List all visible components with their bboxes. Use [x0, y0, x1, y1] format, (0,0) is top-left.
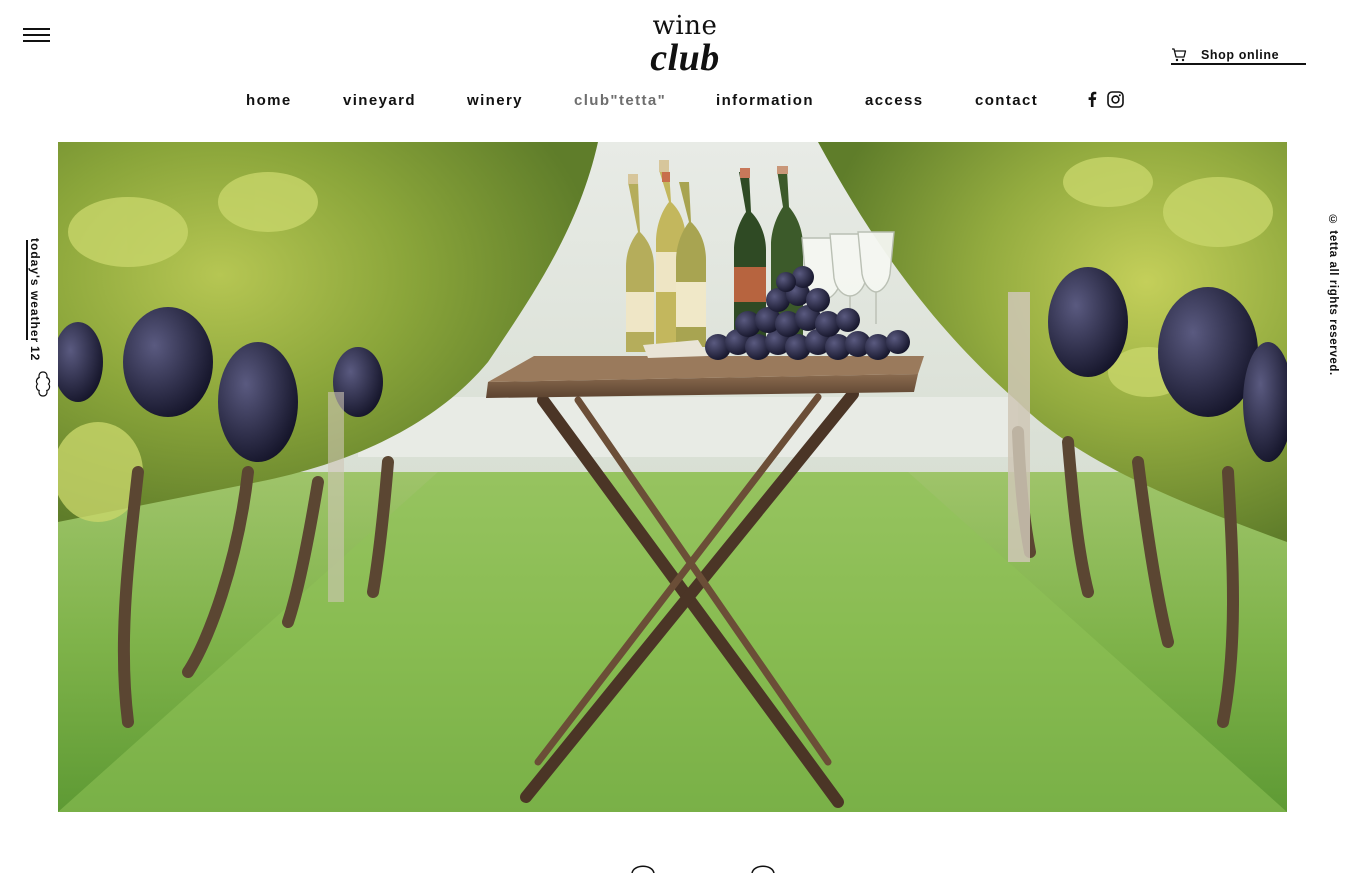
logo-bottom-text: club [650, 37, 720, 79]
nav-contact[interactable]: contact [975, 92, 1038, 109]
facebook-icon[interactable] [1087, 91, 1097, 107]
hero-image [58, 142, 1287, 812]
nav-information[interactable]: information [716, 92, 814, 109]
copyright-text: © tetta all rights reserved. [1327, 214, 1339, 376]
weather-temperature: 12 [28, 346, 42, 362]
logo-top-text: wine [652, 11, 718, 41]
instagram-icon[interactable] [1107, 91, 1124, 108]
todays-weather[interactable]: today's weather [26, 238, 44, 344]
nav-vineyard[interactable]: vineyard [343, 92, 416, 109]
nav-home[interactable]: home [246, 92, 292, 109]
site-logo[interactable]: wine club [633, 11, 737, 79]
hero-vineyard-illustration [58, 142, 1287, 812]
cart-icon [1172, 48, 1187, 62]
hamburger-menu-icon[interactable] [23, 28, 51, 44]
nav-winery[interactable]: winery [467, 92, 523, 109]
weather-label: today's weather [28, 238, 42, 344]
bottom-decoration-icon [631, 865, 775, 873]
shop-online-label: Shop online [1201, 48, 1280, 62]
main-nav: home vineyard winery club"tetta" informa… [0, 92, 1366, 112]
shop-online-link[interactable]: Shop online [1171, 46, 1306, 65]
page: wine club Shop online home vineyard wine… [0, 0, 1366, 873]
nav-club-tetta[interactable]: club"tetta" [574, 92, 666, 109]
nav-access[interactable]: access [865, 92, 923, 109]
cloud-icon [35, 371, 51, 397]
